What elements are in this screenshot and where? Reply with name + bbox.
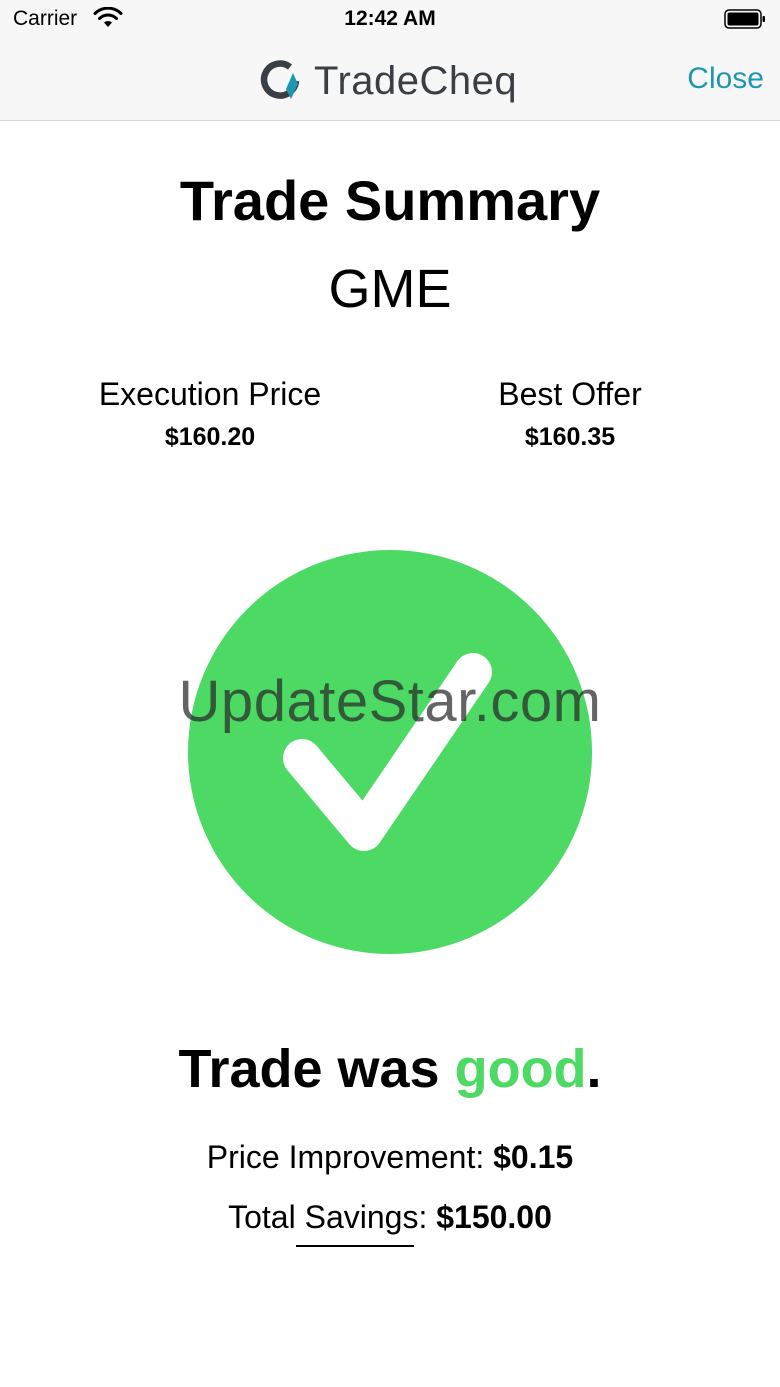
tradecheq-logo: TradeCheq xyxy=(260,58,517,104)
trade-verdict: Trade was good. xyxy=(0,1038,780,1100)
best-offer-label: Best Offer xyxy=(498,376,642,412)
battery-icon xyxy=(724,9,765,29)
checkmark-circle-icon xyxy=(188,550,592,954)
watermark: UpdateStar.com xyxy=(178,669,602,734)
status-time: 12:42 AM xyxy=(344,7,436,30)
execution-price-label: Execution Price xyxy=(98,376,322,412)
best-offer-value: $160.35 xyxy=(524,423,616,451)
tradecheq-logo-icon xyxy=(260,60,300,99)
price-improvement-label: Price Improvement: xyxy=(206,1139,485,1175)
verdict-prefix: Trade was xyxy=(178,1039,455,1099)
execution-price: Execution Price $160.20 xyxy=(50,376,370,452)
status-bar: Carrier 12:42 AM xyxy=(0,0,780,40)
price-improvement-value: $0.15 xyxy=(493,1139,574,1175)
page-title: Trade Summary xyxy=(179,169,601,232)
logo-text: TradeCheq xyxy=(314,58,518,103)
total-savings-value: $150.00 xyxy=(436,1199,552,1235)
savings-underline xyxy=(296,1245,414,1247)
total-savings-label: Total Savings: xyxy=(228,1199,428,1235)
verdict-word: good xyxy=(454,1039,587,1099)
best-offer: Best Offer $160.35 xyxy=(410,376,730,452)
verdict-suffix: . xyxy=(586,1039,602,1099)
close-button[interactable]: Close xyxy=(687,62,764,96)
total-savings: Total Savings: $150.00 xyxy=(0,1199,780,1236)
price-improvement: Price Improvement: $0.15 xyxy=(0,1139,780,1176)
ticker-symbol: GME xyxy=(328,259,452,319)
nav-bar: TradeCheq Close xyxy=(0,40,780,121)
execution-price-value: $160.20 xyxy=(164,423,256,451)
